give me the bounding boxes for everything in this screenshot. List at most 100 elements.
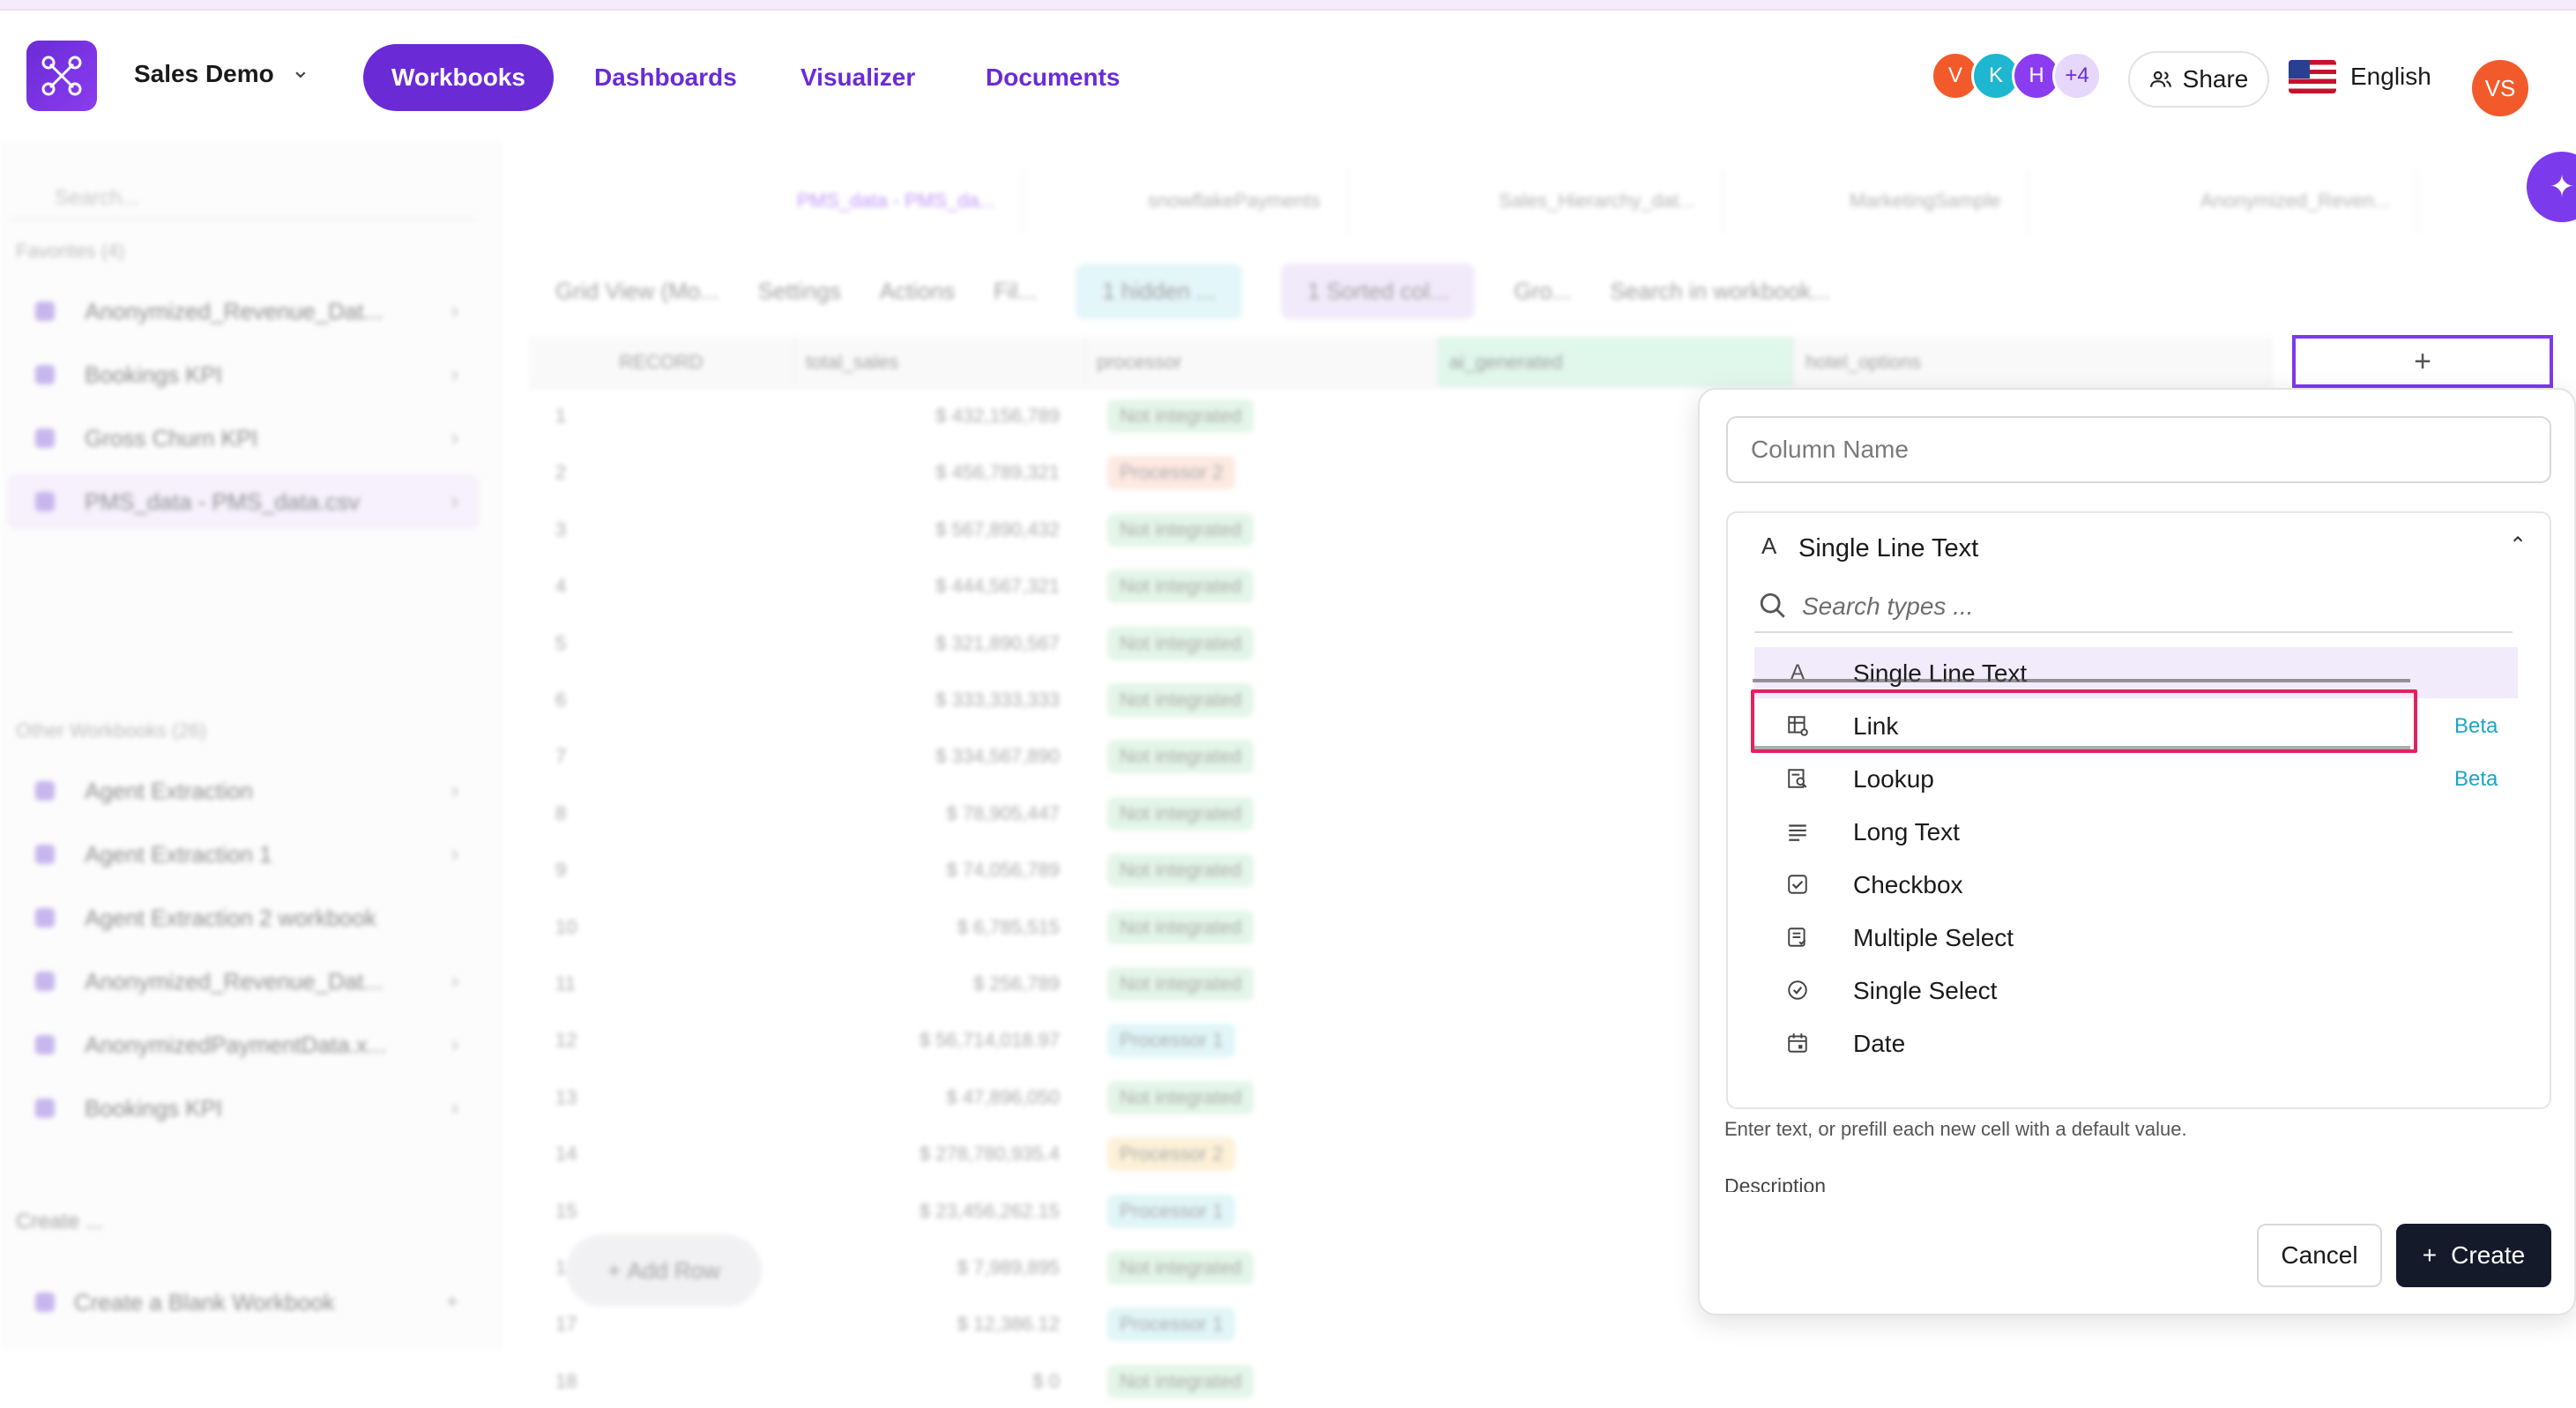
sidebar-item-selected[interactable]: PMS_data - PMS_data.csv ›	[7, 474, 480, 529]
user-avatar[interactable]: VS	[2472, 60, 2528, 116]
type-option-single-line-text[interactable]: A Single Line Text	[1754, 647, 2518, 698]
settings-button[interactable]: Settings	[758, 278, 841, 305]
chevron-up-icon[interactable]: ⌃	[2509, 533, 2527, 558]
cell-processor[interactable]: Not integrated	[1086, 740, 1439, 774]
create-blank-workbook[interactable]: Create a Blank Workbook +	[7, 1275, 480, 1330]
add-column-button[interactable]: +	[2292, 335, 2553, 388]
nav-documents[interactable]: Documents	[957, 44, 1148, 111]
table-row[interactable]: 11 $ 256,789 Not integrated	[529, 957, 1439, 1010]
cell-processor[interactable]: Not integrated	[1086, 570, 1439, 604]
type-option-link[interactable]: Link Beta	[1754, 700, 2518, 751]
table-row[interactable]: 5 $ 321,890,567 Not integrated	[529, 617, 1439, 670]
cell-total-sales[interactable]: $ 23,456,262.15	[795, 1200, 1086, 1223]
cell-processor[interactable]: Not integrated	[1086, 1364, 1439, 1398]
sidebar-item[interactable]: Anonymized_Revenue_Dat... ›	[7, 284, 480, 339]
cell-total-sales[interactable]: $ 432,156,789	[795, 405, 1086, 428]
cell-total-sales[interactable]: $ 567,890,432	[795, 518, 1086, 541]
cell-processor[interactable]: Processor 2	[1086, 1137, 1439, 1172]
cell-total-sales[interactable]: $ 321,890,567	[795, 632, 1086, 655]
avatar-more[interactable]: +4	[2052, 51, 2102, 101]
cell-total-sales[interactable]: $ 74,056,789	[795, 859, 1086, 882]
cell-total-sales[interactable]: $ 12,386.12	[795, 1313, 1086, 1336]
workspace-name[interactable]: Sales Demo	[134, 60, 274, 88]
table-row[interactable]: 7 $ 334,567,890 Not integrated	[529, 730, 1439, 783]
sidebar-item[interactable]: Agent Extraction 1 ›	[7, 827, 480, 882]
cell-total-sales[interactable]: $ 333,333,333	[795, 689, 1086, 711]
table-row[interactable]: 12 $ 56,714,018.97 Processor 1	[529, 1014, 1439, 1067]
cell-processor[interactable]: Processor 2	[1086, 456, 1439, 490]
cell-total-sales[interactable]: $ 278,780,935.4	[795, 1143, 1086, 1166]
sidebar-item[interactable]: Agent Extraction 2 workbook	[7, 890, 480, 945]
cell-total-sales[interactable]: $ 334,567,890	[795, 745, 1086, 768]
cell-total-sales[interactable]: $ 456,789,321	[795, 461, 1086, 484]
cell-processor[interactable]: Processor 1	[1086, 1194, 1439, 1228]
type-option-date[interactable]: Date	[1754, 1017, 2518, 1069]
cell-processor[interactable]: Processor 1	[1086, 1307, 1439, 1342]
cell-processor[interactable]: Not integrated	[1086, 1251, 1439, 1285]
sidebar-search-input[interactable]: Search...	[9, 176, 476, 220]
cell-processor[interactable]: Not integrated	[1086, 853, 1439, 888]
sidebar-item[interactable]: Anonymized_Revenue_Dat... ›	[7, 954, 480, 1009]
cell-total-sales[interactable]: $ 56,714,018.97	[795, 1029, 1086, 1052]
share-button[interactable]: Share	[2128, 51, 2269, 108]
other-workbooks-label[interactable]: Other Workbooks (26)	[16, 719, 206, 742]
sidebar-item[interactable]: AnonymizedPaymentData.x... ›	[7, 1017, 480, 1072]
cell-processor[interactable]: Not integrated	[1086, 512, 1439, 547]
table-row[interactable]: 18 $ 0 Not integrated	[529, 1355, 1439, 1408]
table-row[interactable]: 1 $ 432,156,789 Not integrated	[529, 390, 1439, 443]
table-row[interactable]: 15 $ 23,456,262.15 Processor 1	[529, 1185, 1439, 1238]
column-header[interactable]: hotel_options	[1795, 337, 2271, 388]
table-row[interactable]: 8 $ 78,905,447 Not integrated	[529, 787, 1439, 840]
table-row[interactable]: 4 $ 444,567,321 Not integrated	[529, 560, 1439, 613]
tab-workbook[interactable]: snowflakePayments	[1086, 168, 1349, 235]
column-header[interactable]: processor	[1086, 337, 1439, 388]
cell-processor[interactable]: Not integrated	[1086, 796, 1439, 831]
favorites-section-label[interactable]: Favorites (4)	[16, 240, 124, 263]
type-option-long-text[interactable]: Long Text	[1754, 806, 2518, 857]
nav-dashboards[interactable]: Dashboards	[566, 44, 765, 111]
table-row[interactable]: 6 $ 333,333,333 Not integrated	[529, 674, 1439, 726]
tab-workbook[interactable]: MarketingSample	[1788, 168, 2029, 235]
table-row[interactable]: 2 $ 456,789,321 Processor 2	[529, 446, 1439, 499]
cell-processor[interactable]: Not integrated	[1086, 910, 1439, 944]
table-row[interactable]: 14 $ 278,780,935.4 Processor 2	[529, 1128, 1439, 1181]
cell-processor[interactable]: Not integrated	[1086, 399, 1439, 433]
collaborator-avatars[interactable]: V K H +4	[1931, 51, 2102, 104]
table-row[interactable]: 13 $ 47,896,050 Not integrated	[529, 1071, 1439, 1124]
cell-processor[interactable]: Not integrated	[1086, 683, 1439, 717]
language-selector[interactable]: English	[2289, 60, 2431, 93]
app-logo[interactable]	[26, 41, 97, 111]
cell-processor[interactable]: Processor 1	[1086, 1024, 1439, 1058]
grid-view-selector[interactable]: Grid View (Mo...	[555, 278, 719, 305]
cell-total-sales[interactable]: $ 0	[795, 1370, 1086, 1393]
table-row[interactable]: 9 $ 74,056,789 Not integrated	[529, 844, 1439, 897]
filter-button[interactable]: Fil...	[994, 278, 1037, 305]
type-option-checkbox[interactable]: Checkbox	[1754, 859, 2518, 910]
sidebar-item[interactable]: Gross Churn KPI ›	[7, 411, 480, 466]
tab-workbook[interactable]: PMS_data - PMS_da...	[735, 168, 1024, 235]
workbook-search[interactable]: Search in workbook...	[1610, 278, 1830, 305]
column-header[interactable]: ai_generated	[1439, 337, 1795, 388]
type-option-single-select[interactable]: Single Select	[1754, 965, 2518, 1016]
column-header[interactable]: total_sales	[795, 337, 1086, 388]
sidebar-item[interactable]: Bookings KPI ›	[7, 347, 480, 402]
cell-processor[interactable]: Not integrated	[1086, 967, 1439, 1001]
tab-workbook[interactable]: Anonymized_Reven...	[2139, 168, 2419, 235]
cell-total-sales[interactable]: $ 6,785,515	[795, 916, 1086, 939]
create-button[interactable]: + Create	[2396, 1224, 2551, 1287]
field-type-selector[interactable]: A Single Line Text ⌃	[1728, 513, 2550, 584]
cell-total-sales[interactable]: $ 78,905,447	[795, 802, 1086, 825]
type-option-multiple-select[interactable]: Multiple Select	[1754, 912, 2518, 963]
group-button[interactable]: Gro...	[1514, 278, 1571, 305]
cell-processor[interactable]: Not integrated	[1086, 1080, 1439, 1114]
chevron-down-icon[interactable]: ⌄	[291, 56, 310, 84]
cell-total-sales[interactable]: $ 7,989,895	[795, 1256, 1086, 1279]
type-option-lookup[interactable]: Lookup Beta	[1754, 753, 2518, 804]
nav-workbooks[interactable]: Workbooks	[363, 44, 554, 111]
nav-visualizer[interactable]: Visualizer	[772, 44, 943, 111]
hidden-fields-chip[interactable]: 1 hidden ...	[1076, 263, 1242, 319]
cell-total-sales[interactable]: $ 444,567,321	[795, 575, 1086, 598]
table-row[interactable]: 10 $ 6,785,515 Not integrated	[529, 901, 1439, 954]
table-row[interactable]: 3 $ 567,890,432 Not integrated	[529, 503, 1439, 556]
cancel-button[interactable]: Cancel	[2257, 1224, 2382, 1287]
